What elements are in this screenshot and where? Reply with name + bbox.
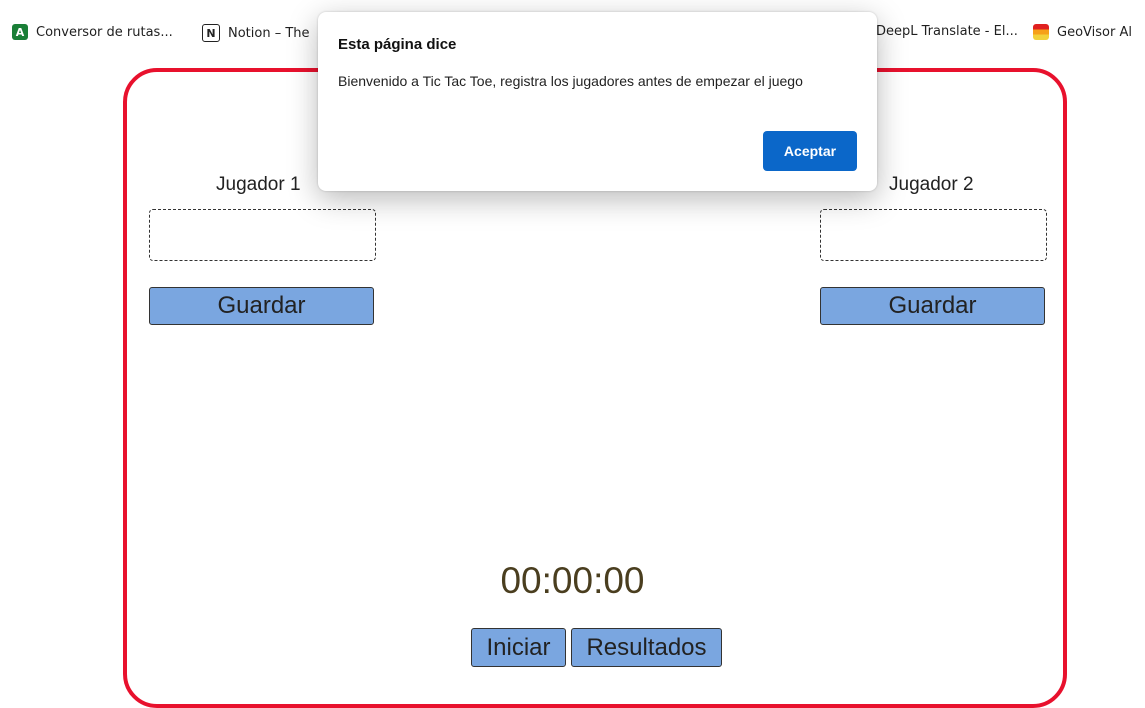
player2-label: Jugador 2 (889, 174, 974, 195)
player1-save-button[interactable]: Guardar (149, 287, 374, 325)
bookmark-label: Notion – The (228, 25, 310, 41)
bookmark-label: DeepL Translate - El... (876, 24, 1018, 39)
game-timer: 00:00:00 (500, 560, 645, 601)
geovisor-icon (1033, 24, 1049, 40)
player2-name-input[interactable] (820, 209, 1047, 261)
bookmark-label: GeoVisor Al (1057, 24, 1132, 40)
notion-icon: N (202, 24, 220, 42)
bookmark-deepl[interactable]: DeepL Translate - El... (876, 24, 1018, 39)
dialog-message: Bienvenido a Tic Tac Toe, registra los j… (338, 73, 803, 89)
bookmark-notion[interactable]: N Notion – The (202, 24, 310, 42)
bookmark-geovisor[interactable]: GeoVisor Al (1033, 24, 1132, 40)
dialog-ok-button[interactable]: Aceptar (763, 131, 857, 171)
app-a-icon: A (12, 24, 28, 40)
bookmark-conversor[interactable]: A Conversor de rutas... (12, 24, 173, 40)
dialog-title: Esta página dice (338, 36, 457, 53)
bookmark-label: Conversor de rutas... (36, 24, 173, 40)
player1-label: Jugador 1 (216, 174, 301, 195)
player1-name-input[interactable] (149, 209, 376, 261)
alert-dialog: Esta página dice Bienvenido a Tic Tac To… (318, 12, 877, 191)
results-button[interactable]: Resultados (571, 628, 722, 667)
player2-save-button[interactable]: Guardar (820, 287, 1045, 325)
start-button[interactable]: Iniciar (471, 628, 566, 667)
